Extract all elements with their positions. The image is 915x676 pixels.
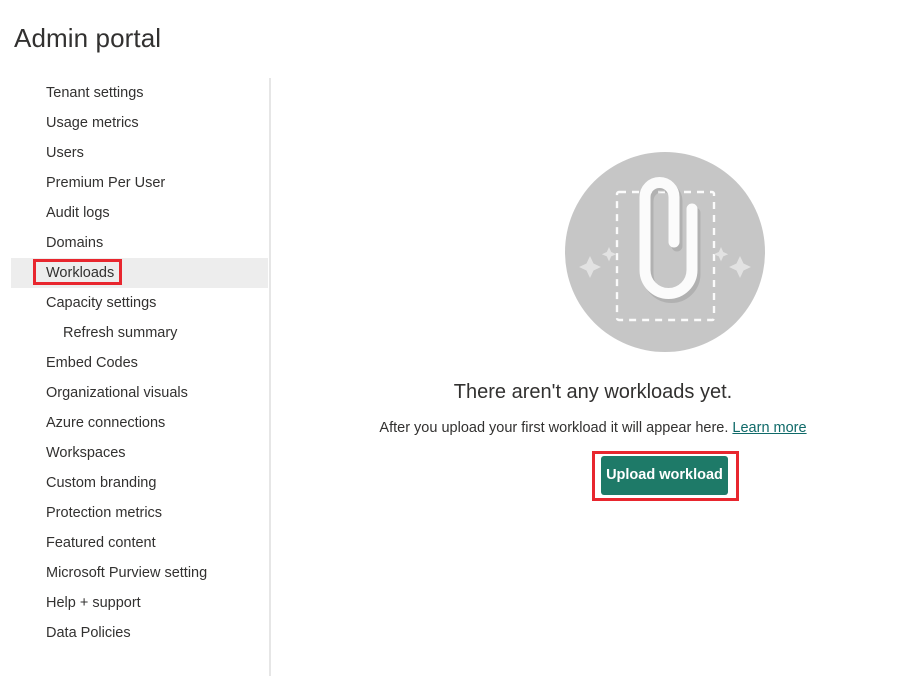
sidebar-item-embed-codes[interactable]: Embed Codes [11,348,268,378]
sidebar-item-workloads[interactable]: Workloads [11,258,268,288]
sidebar-nav: Tenant settings Usage metrics Users Premium… [0,78,271,676]
paperclip-upload-icon [565,152,765,352]
sidebar-item-tenant-settings[interactable]: Tenant settings [11,78,268,108]
sidebar-item-microsoft-purview-setting[interactable]: Microsoft Purview setting [11,558,268,588]
sidebar-item-capacity-settings[interactable]: Capacity settings [11,288,268,318]
upload-workload-button[interactable]: Upload workload [601,456,728,495]
sidebar-item-users[interactable]: Users [11,138,268,168]
empty-state-description-text: After you upload your first workload it … [379,420,729,436]
empty-state-description: After you upload your first workload it … [271,420,915,436]
sidebar-item-featured-content[interactable]: Featured content [11,528,268,558]
sidebar-item-usage-metrics[interactable]: Usage metrics [11,108,268,138]
sidebar-item-workspaces[interactable]: Workspaces [11,438,268,468]
sidebar-item-custom-branding[interactable]: Custom branding [11,468,268,498]
sidebar-item-protection-metrics[interactable]: Protection metrics [11,498,268,528]
main-content: There aren't any workloads yet. After yo… [271,78,915,676]
sidebar-item-help-support[interactable]: Help + support [11,588,268,618]
sidebar-item-audit-logs[interactable]: Audit logs [11,198,268,228]
empty-state-heading: There aren't any workloads yet. [453,381,733,403]
sidebar-item-data-policies[interactable]: Data Policies [11,618,268,648]
learn-more-link[interactable]: Learn more [732,420,806,436]
sidebar-item-refresh-summary[interactable]: Refresh summary [11,318,268,348]
sidebar-item-organizational-visuals[interactable]: Organizational visuals [11,378,268,408]
sidebar-item-premium-per-user[interactable]: Premium Per User [11,168,268,198]
sidebar-item-domains[interactable]: Domains [11,228,268,258]
sidebar-item-azure-connections[interactable]: Azure connections [11,408,268,438]
page-title: Admin portal [14,23,162,53]
